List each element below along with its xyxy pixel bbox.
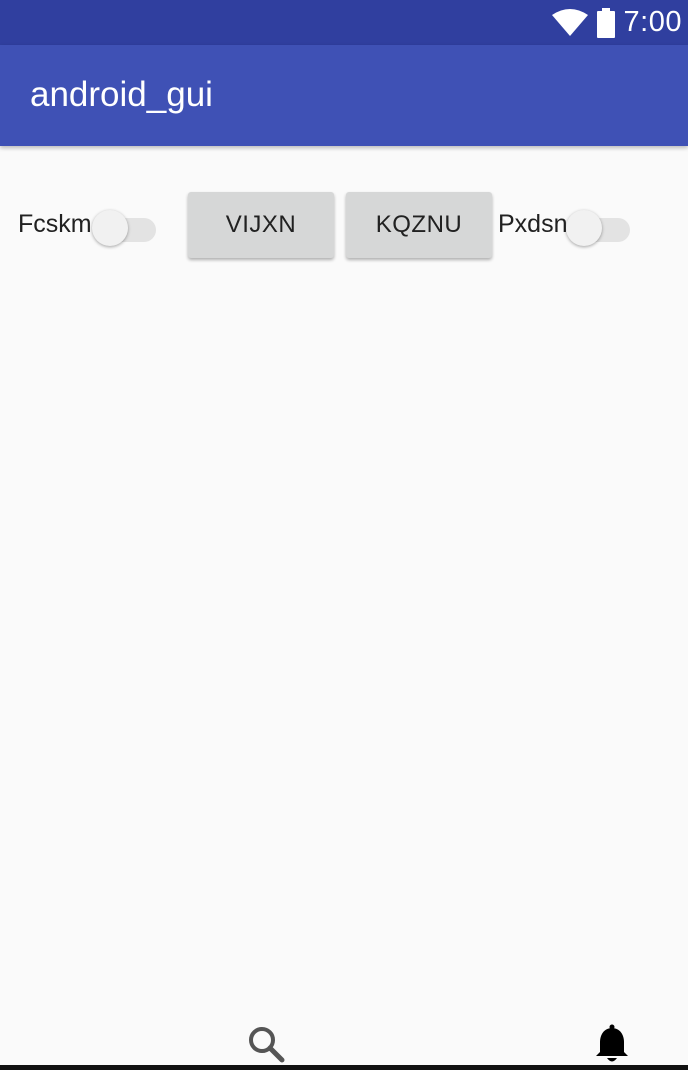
pxdsn-switch-label: Pxdsn — [498, 210, 568, 238]
app-bar: android_gui — [0, 45, 688, 146]
screen: 7:00 android_gui Fcskm VIJXN KQZNU Pxdsn — [0, 0, 688, 1070]
status-time: 7:00 — [623, 6, 682, 38]
vijxn-button[interactable]: VIJXN — [188, 192, 334, 258]
app-title: android_gui — [30, 75, 213, 114]
bottom-divider — [0, 1065, 688, 1070]
kqznu-button[interactable]: KQZNU — [346, 192, 492, 258]
pxdsn-switch[interactable] — [566, 206, 632, 246]
wifi-icon — [551, 8, 588, 36]
search-icon[interactable] — [246, 1024, 286, 1064]
status-icons: 7:00 — [551, 0, 682, 45]
status-bar: 7:00 — [0, 0, 688, 45]
switch-thumb — [566, 210, 602, 246]
fcskm-switch[interactable] — [92, 206, 158, 246]
fcskm-switch-label: Fcskm — [18, 210, 92, 238]
battery-icon — [596, 7, 615, 38]
bell-icon[interactable] — [592, 1024, 632, 1064]
switch-thumb — [92, 210, 128, 246]
